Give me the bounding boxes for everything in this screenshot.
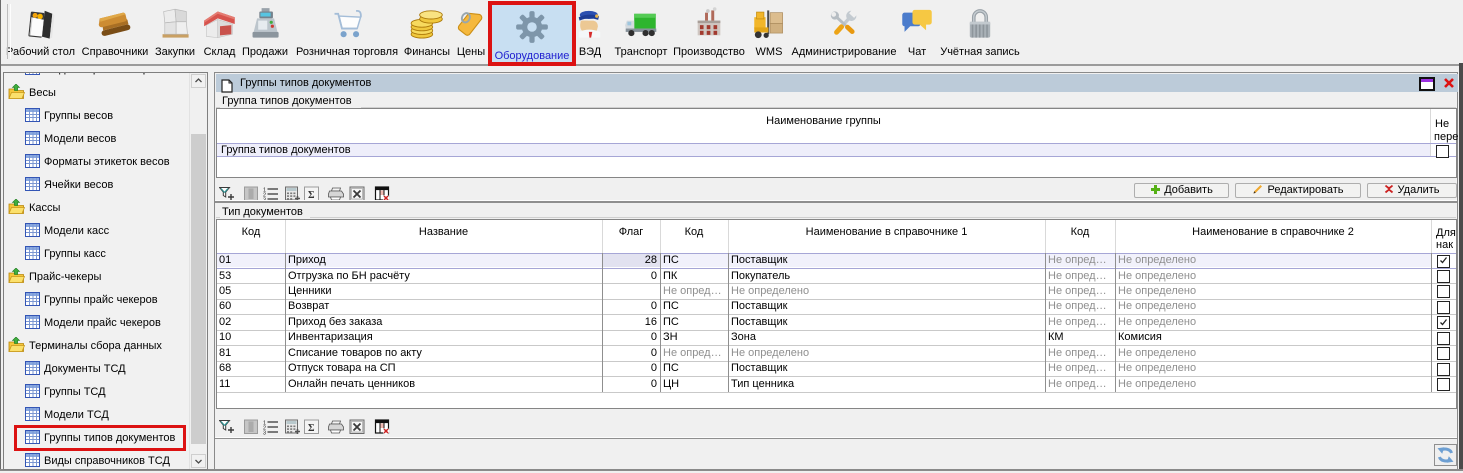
svg-text:3: 3 [263, 430, 266, 435]
svg-text:Σ: Σ [308, 423, 315, 434]
svg-text:Σ: Σ [308, 190, 315, 201]
